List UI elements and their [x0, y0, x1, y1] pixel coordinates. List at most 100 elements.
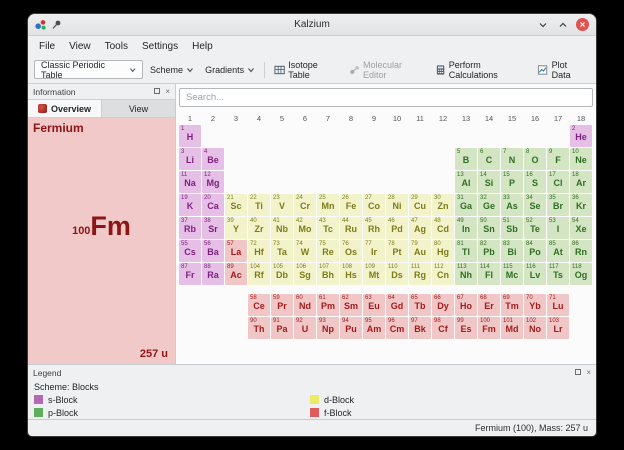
- dock-close-icon[interactable]: ×: [586, 369, 591, 377]
- element-Ds[interactable]: 110Ds: [386, 263, 408, 285]
- element-N[interactable]: 7N: [501, 148, 523, 170]
- menu-file[interactable]: File: [32, 39, 62, 54]
- element-Rg[interactable]: 111Rg: [409, 263, 431, 285]
- element-Bk[interactable]: 97Bk: [409, 317, 431, 339]
- element-C[interactable]: 6C: [478, 148, 500, 170]
- element-Ni[interactable]: 28Ni: [386, 194, 408, 216]
- element-Ga[interactable]: 31Ga: [455, 194, 477, 216]
- element-Be[interactable]: 4Be: [202, 148, 224, 170]
- element-Mg[interactable]: 12Mg: [202, 171, 224, 193]
- dock-float-icon[interactable]: [575, 369, 581, 377]
- scheme-button[interactable]: Scheme: [146, 62, 198, 78]
- titlebar[interactable]: Kalzium: [28, 14, 596, 36]
- element-Cl[interactable]: 17Cl: [547, 171, 569, 193]
- element-Lv[interactable]: 116Lv: [524, 263, 546, 285]
- element-Mn[interactable]: 25Mn: [317, 194, 339, 216]
- element-Nh[interactable]: 113Nh: [455, 263, 477, 285]
- element-Th[interactable]: 90Th: [248, 317, 270, 339]
- element-Rh[interactable]: 45Rh: [363, 217, 385, 239]
- element-Os[interactable]: 76Os: [340, 240, 362, 262]
- element-Si[interactable]: 14Si: [478, 171, 500, 193]
- element-Tm[interactable]: 69Tm: [501, 294, 523, 316]
- element-Ti[interactable]: 22Ti: [248, 194, 270, 216]
- element-Rb[interactable]: 37Rb: [179, 217, 201, 239]
- element-Rn[interactable]: 86Rn: [570, 240, 592, 262]
- element-Tl[interactable]: 81Tl: [455, 240, 477, 262]
- element-Hg[interactable]: 80Hg: [432, 240, 454, 262]
- element-U[interactable]: 92U: [294, 317, 316, 339]
- element-Te[interactable]: 52Te: [524, 217, 546, 239]
- element-I[interactable]: 53I: [547, 217, 569, 239]
- element-K[interactable]: 19K: [179, 194, 201, 216]
- element-Pb[interactable]: 82Pb: [478, 240, 500, 262]
- element-Np[interactable]: 93Np: [317, 317, 339, 339]
- element-Cm[interactable]: 96Cm: [386, 317, 408, 339]
- gradients-button[interactable]: Gradients: [201, 62, 259, 78]
- element-Pd[interactable]: 46Pd: [386, 217, 408, 239]
- element-Xe[interactable]: 54Xe: [570, 217, 592, 239]
- menu-help[interactable]: Help: [185, 39, 220, 54]
- element-Mt[interactable]: 109Mt: [363, 263, 385, 285]
- element-W[interactable]: 74W: [294, 240, 316, 262]
- element-Md[interactable]: 101Md: [501, 317, 523, 339]
- element-Cf[interactable]: 98Cf: [432, 317, 454, 339]
- element-Li[interactable]: 3Li: [179, 148, 201, 170]
- element-Pu[interactable]: 94Pu: [340, 317, 362, 339]
- element-Gd[interactable]: 64Gd: [386, 294, 408, 316]
- element-S[interactable]: 16S: [524, 171, 546, 193]
- element-B[interactable]: 5B: [455, 148, 477, 170]
- tab-overview[interactable]: Overview: [28, 100, 102, 117]
- element-Po[interactable]: 84Po: [524, 240, 546, 262]
- element-Br[interactable]: 35Br: [547, 194, 569, 216]
- element-Eu[interactable]: 63Eu: [363, 294, 385, 316]
- element-Ir[interactable]: 77Ir: [363, 240, 385, 262]
- element-Ar[interactable]: 18Ar: [570, 171, 592, 193]
- molecular-editor-button[interactable]: Molecular Editor: [345, 57, 428, 83]
- element-Es[interactable]: 99Es: [455, 317, 477, 339]
- element-Sr[interactable]: 38Sr: [202, 217, 224, 239]
- element-Er[interactable]: 68Er: [478, 294, 500, 316]
- element-Pm[interactable]: 61Pm: [317, 294, 339, 316]
- element-Pt[interactable]: 78Pt: [386, 240, 408, 262]
- element-Zr[interactable]: 40Zr: [248, 217, 270, 239]
- element-Ag[interactable]: 47Ag: [409, 217, 431, 239]
- table-type-select[interactable]: Classic Periodic Table: [34, 60, 143, 79]
- element-P[interactable]: 15P: [501, 171, 523, 193]
- element-Mo[interactable]: 42Mo: [294, 217, 316, 239]
- element-Bh[interactable]: 107Bh: [317, 263, 339, 285]
- search-input[interactable]: [179, 88, 593, 107]
- element-Cu[interactable]: 29Cu: [409, 194, 431, 216]
- element-Ra[interactable]: 88Ra: [202, 263, 224, 285]
- minimize-button[interactable]: [536, 18, 549, 31]
- element-Sb[interactable]: 51Sb: [501, 217, 523, 239]
- element-As[interactable]: 33As: [501, 194, 523, 216]
- element-Sg[interactable]: 106Sg: [294, 263, 316, 285]
- element-Re[interactable]: 75Re: [317, 240, 339, 262]
- element-Db[interactable]: 105Db: [271, 263, 293, 285]
- element-Cd[interactable]: 48Cd: [432, 217, 454, 239]
- element-Og[interactable]: 118Og: [570, 263, 592, 285]
- element-F[interactable]: 9F: [547, 148, 569, 170]
- element-Am[interactable]: 95Am: [363, 317, 385, 339]
- tab-view[interactable]: View: [102, 100, 175, 117]
- element-Rf[interactable]: 104Rf: [248, 263, 270, 285]
- element-Fe[interactable]: 26Fe: [340, 194, 362, 216]
- element-Na[interactable]: 11Na: [179, 171, 201, 193]
- element-Fl[interactable]: 114Fl: [478, 263, 500, 285]
- element-Cr[interactable]: 24Cr: [294, 194, 316, 216]
- element-Al[interactable]: 13Al: [455, 171, 477, 193]
- element-Ac[interactable]: 89Ac: [225, 263, 247, 285]
- element-Bi[interactable]: 83Bi: [501, 240, 523, 262]
- element-Co[interactable]: 27Co: [363, 194, 385, 216]
- element-Hf[interactable]: 72Hf: [248, 240, 270, 262]
- element-Ba[interactable]: 56Ba: [202, 240, 224, 262]
- element-Mc[interactable]: 115Mc: [501, 263, 523, 285]
- element-Ne[interactable]: 10Ne: [570, 148, 592, 170]
- element-No[interactable]: 102No: [524, 317, 546, 339]
- element-Pr[interactable]: 59Pr: [271, 294, 293, 316]
- plot-data-button[interactable]: Plot Data: [533, 57, 590, 83]
- menu-view[interactable]: View: [62, 39, 98, 54]
- element-Lr[interactable]: 103Lr: [547, 317, 569, 339]
- close-button[interactable]: [576, 18, 589, 31]
- element-Lu[interactable]: 71Lu: [547, 294, 569, 316]
